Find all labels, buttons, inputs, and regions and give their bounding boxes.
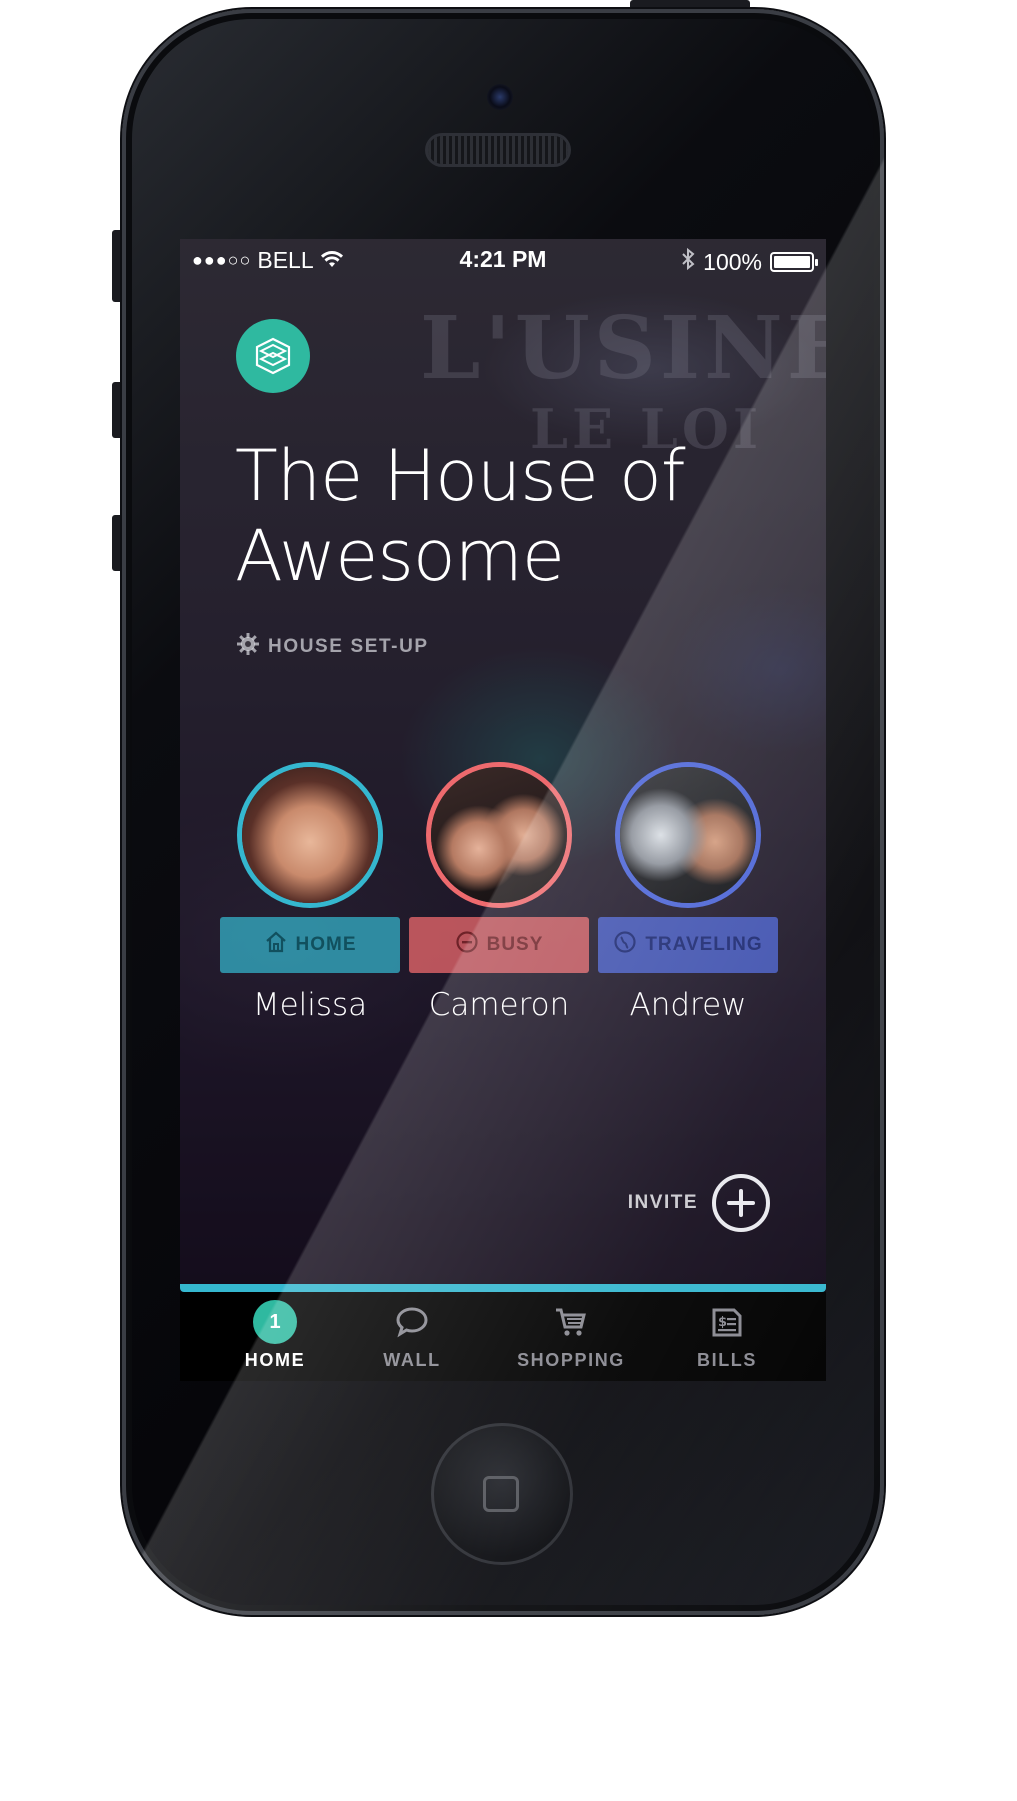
- member-name: Melissa: [252, 987, 368, 1023]
- invite-button[interactable]: INVITE: [628, 1174, 770, 1232]
- tab-bills[interactable]: $ BILLS: [657, 1300, 797, 1371]
- home-button-square-icon: [483, 1476, 519, 1512]
- gear-icon: [236, 632, 260, 662]
- status-bar: ●●●○○ BELL 4:21 PM 100%: [180, 239, 826, 279]
- house-title: The House of Awesome: [235, 435, 686, 597]
- avatar-photo: [620, 767, 756, 903]
- tab-bar: 1 HOME WALL SHOPPING $ BILLS: [180, 1292, 826, 1381]
- plus-circle-icon: [712, 1174, 770, 1232]
- app-screen: L'USINE LE LOI ●●●○○ BELL 4:21 PM 100% Th…: [180, 239, 826, 1381]
- house-setup-label: HOUSE SET-UP: [268, 636, 429, 657]
- tab-home[interactable]: 1 HOME: [205, 1300, 345, 1371]
- status-label: BUSY: [486, 934, 544, 955]
- bluetooth-icon: [681, 247, 695, 277]
- tab-label: SHOPPING: [517, 1350, 625, 1370]
- status-badge[interactable]: HOME: [220, 917, 400, 973]
- minus-circle-icon: [455, 930, 479, 960]
- invite-label: INVITE: [627, 1192, 698, 1213]
- status-badge[interactable]: BUSY: [409, 917, 589, 973]
- cart-icon: [501, 1300, 641, 1344]
- front-camera: [487, 84, 513, 110]
- status-label: TRAVELING: [645, 934, 763, 955]
- home-badge-count: 1: [253, 1300, 297, 1344]
- bill-icon: $: [657, 1300, 797, 1344]
- avatar-photo: [431, 767, 567, 903]
- earpiece-speaker: [428, 136, 568, 164]
- speech-bubble-icon: [342, 1300, 482, 1344]
- avatar[interactable]: [615, 762, 761, 908]
- tab-label: WALL: [383, 1350, 441, 1370]
- house-setup-link[interactable]: HOUSE SET-UP: [236, 632, 429, 662]
- member-name: Andrew: [629, 987, 747, 1023]
- tab-wall[interactable]: WALL: [342, 1300, 482, 1371]
- tab-label: BILLS: [697, 1350, 757, 1370]
- globe-icon: [613, 930, 637, 960]
- battery-icon: [770, 252, 818, 272]
- svg-text:$: $: [718, 1315, 729, 1330]
- avatar[interactable]: [237, 762, 383, 908]
- tab-home-icon-wrap: 1: [205, 1300, 345, 1344]
- tab-shopping[interactable]: SHOPPING: [501, 1300, 641, 1371]
- avatar-photo: [242, 767, 378, 903]
- member-name: Cameron: [428, 987, 570, 1023]
- status-label: HOME: [295, 934, 357, 955]
- status-right: 100%: [681, 247, 818, 277]
- app-logo-icon[interactable]: [236, 319, 310, 393]
- status-badge[interactable]: TRAVELING: [598, 917, 778, 973]
- battery-percent: 100%: [703, 248, 762, 275]
- home-hardware-button[interactable]: [431, 1423, 573, 1565]
- tab-bar-divider: [180, 1284, 826, 1292]
- avatar[interactable]: [426, 762, 572, 908]
- tab-label: HOME: [244, 1350, 306, 1370]
- house-icon: [264, 930, 288, 960]
